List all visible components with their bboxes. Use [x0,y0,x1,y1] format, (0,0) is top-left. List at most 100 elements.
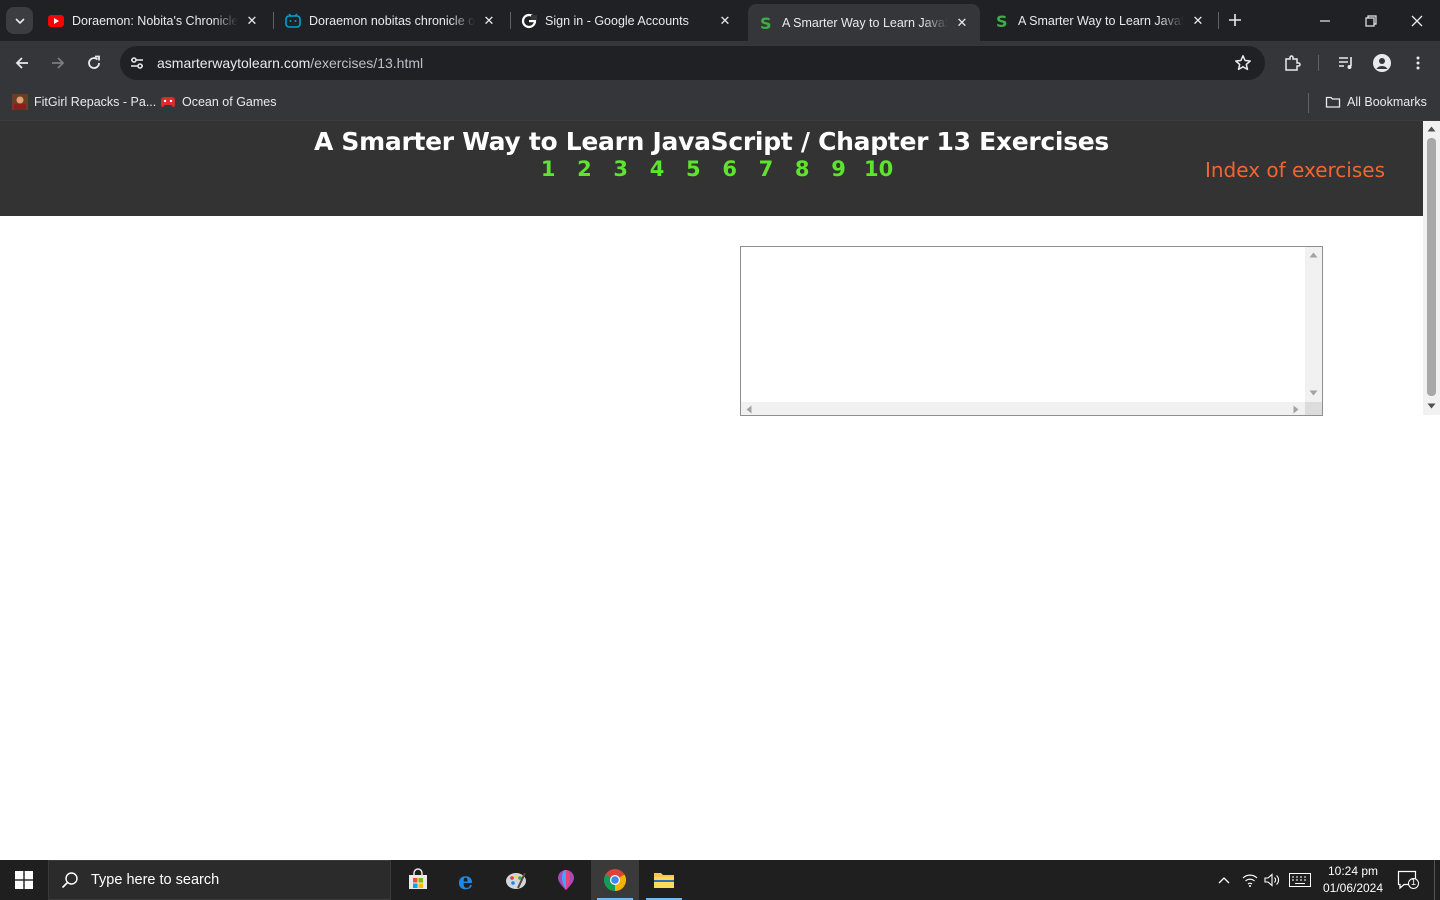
exercise-link-4[interactable]: 4 [639,157,675,181]
new-tab-button[interactable] [1223,8,1247,32]
keyboard-layout-button[interactable] [1287,860,1313,900]
page-vertical-scrollbar[interactable] [1423,121,1440,415]
file-explorer-app[interactable] [640,860,688,900]
scroll-up-arrow-icon[interactable] [1427,126,1436,132]
microsoft-store-app[interactable] [394,860,442,900]
page-title: A Smarter Way to Learn JavaScript / Chap… [313,127,1110,156]
exercise-link-3[interactable]: 3 [603,157,639,181]
tab-title: Doraemon nobitas chronicle of ... [309,13,475,28]
volume-button[interactable] [1262,860,1282,900]
exercise-link-8[interactable]: 8 [784,157,820,181]
paint-icon [506,872,526,889]
close-tab-icon[interactable]: ✕ [954,15,970,31]
tab-title: Sign in - Google Accounts [545,13,689,28]
fitgirl-icon [12,94,28,110]
exercise-link-1[interactable]: 1 [530,157,566,181]
extensions-button[interactable] [1278,49,1306,77]
svg-text:S: S [996,13,1008,29]
tab-3[interactable]: Sign in - Google Accounts ✕ [511,0,743,41]
close-tab-icon[interactable]: ✕ [244,13,260,29]
chevron-down-icon [14,17,25,24]
tab-bar: Doraemon: Nobita's Chronicle of ... ✕ Do… [0,0,1440,41]
reload-button[interactable] [80,49,108,77]
site-info-button[interactable] [125,51,149,75]
scroll-down-arrow-icon[interactable] [1427,403,1436,409]
url-path: /exercises/13.html [310,55,424,71]
arrow-right-icon [52,57,65,69]
edge-app[interactable]: e [444,860,492,900]
taskbar-search-box[interactable]: Type here to search [48,860,391,900]
tab-2[interactable]: Doraemon nobitas chronicle of ... ✕ [275,0,507,41]
address-bar[interactable]: asmarterwaytolearn.com/exercises/13.html [120,46,1265,80]
tab-4-active[interactable]: S A Smarter Way to Learn JavaScript ✕ [748,4,980,41]
scrollbar-corner [1305,402,1322,415]
close-tab-icon[interactable]: ✕ [481,13,497,29]
show-desktop-button[interactable] [1434,860,1440,900]
url-text[interactable]: asmarterwaytolearn.com/exercises/13.html [157,55,423,71]
file-explorer-icon [654,873,674,888]
close-window-button[interactable] [1394,0,1440,41]
media-queue-icon [1339,57,1352,69]
scroll-right-arrow-icon[interactable] [1293,405,1299,414]
more-vert-icon [1416,56,1420,70]
tab-search-button[interactable] [6,7,33,34]
restore-icon [1365,14,1377,27]
scroll-up-arrow-icon[interactable] [1309,252,1318,258]
tab-separator [1218,12,1219,29]
bookmark-star-button[interactable] [1233,53,1253,73]
iframe-horizontal-scrollbar[interactable] [741,402,1306,415]
scroll-down-arrow-icon[interactable] [1309,390,1318,396]
google-icon [521,13,537,29]
search-icon [61,872,78,889]
notification-center-button[interactable]: 1 [1394,860,1422,900]
chrome-menu-button[interactable] [1404,49,1432,77]
iframe-vertical-scrollbar[interactable] [1305,247,1322,402]
media-control-button[interactable] [1332,49,1360,77]
search-placeholder: Type here to search [91,872,220,888]
close-tab-icon[interactable]: ✕ [717,13,733,29]
bilibili-icon [285,13,301,29]
show-hidden-icons-button[interactable] [1214,860,1234,900]
arrow-left-icon [15,57,28,69]
start-button[interactable] [0,860,48,900]
exercise-link-6[interactable]: 6 [711,157,747,181]
exercise-link-9[interactable]: 9 [820,157,856,181]
exercise-link-2[interactable]: 2 [566,157,602,181]
profile-button[interactable] [1368,49,1396,77]
bookmark-ocean-of-games[interactable]: Ocean of Games [160,92,277,112]
exercise-link-7[interactable]: 7 [748,157,784,181]
puzzle-icon [1285,55,1301,71]
network-button[interactable] [1240,860,1260,900]
exercise-link-10[interactable]: 10 [857,157,901,181]
bookmark-fitgirl[interactable]: FitGirl Repacks - Pa... [12,92,156,112]
system-clock[interactable]: 10:24 pm 01/06/2024 [1318,863,1388,897]
exercise-iframe[interactable] [740,246,1323,416]
close-tab-icon[interactable]: ✕ [1190,13,1206,29]
maps-app[interactable] [542,860,590,900]
restore-button[interactable] [1348,0,1394,41]
back-button[interactable] [8,49,36,77]
exercise-link-5[interactable]: 5 [675,157,711,181]
wifi-icon [1242,874,1258,887]
tab-title: Doraemon: Nobita's Chronicle of ... [72,13,238,28]
speaker-icon [1264,873,1279,887]
index-of-exercises-link[interactable]: Index of exercises [1205,158,1385,182]
scrollbar-thumb[interactable] [1427,138,1436,396]
keyboard-icon [1289,873,1311,887]
scroll-left-arrow-icon[interactable] [746,405,752,414]
minimize-button[interactable] [1302,0,1348,41]
paint-app[interactable] [492,860,540,900]
forward-button[interactable] [44,49,72,77]
tab-5[interactable]: S A Smarter Way to Learn JavaScript ✕ [984,0,1216,41]
bookmark-label: FitGirl Repacks - Pa... [34,95,157,109]
all-bookmarks-button[interactable]: All Bookmarks [1325,92,1427,112]
all-bookmarks-label: All Bookmarks [1347,95,1427,109]
chrome-app[interactable] [591,860,639,900]
windows-taskbar: Type here to search e 10:24 pm 01/06/202… [0,860,1440,900]
tab-title: A Smarter Way to Learn JavaScript [1018,13,1184,28]
clock-date: 01/06/2024 [1322,881,1384,895]
avatar-icon [1373,54,1391,72]
minimize-icon [1320,19,1330,22]
tab-1[interactable]: Doraemon: Nobita's Chronicle of ... ✕ [38,0,270,41]
windows-logo-icon [15,871,33,889]
